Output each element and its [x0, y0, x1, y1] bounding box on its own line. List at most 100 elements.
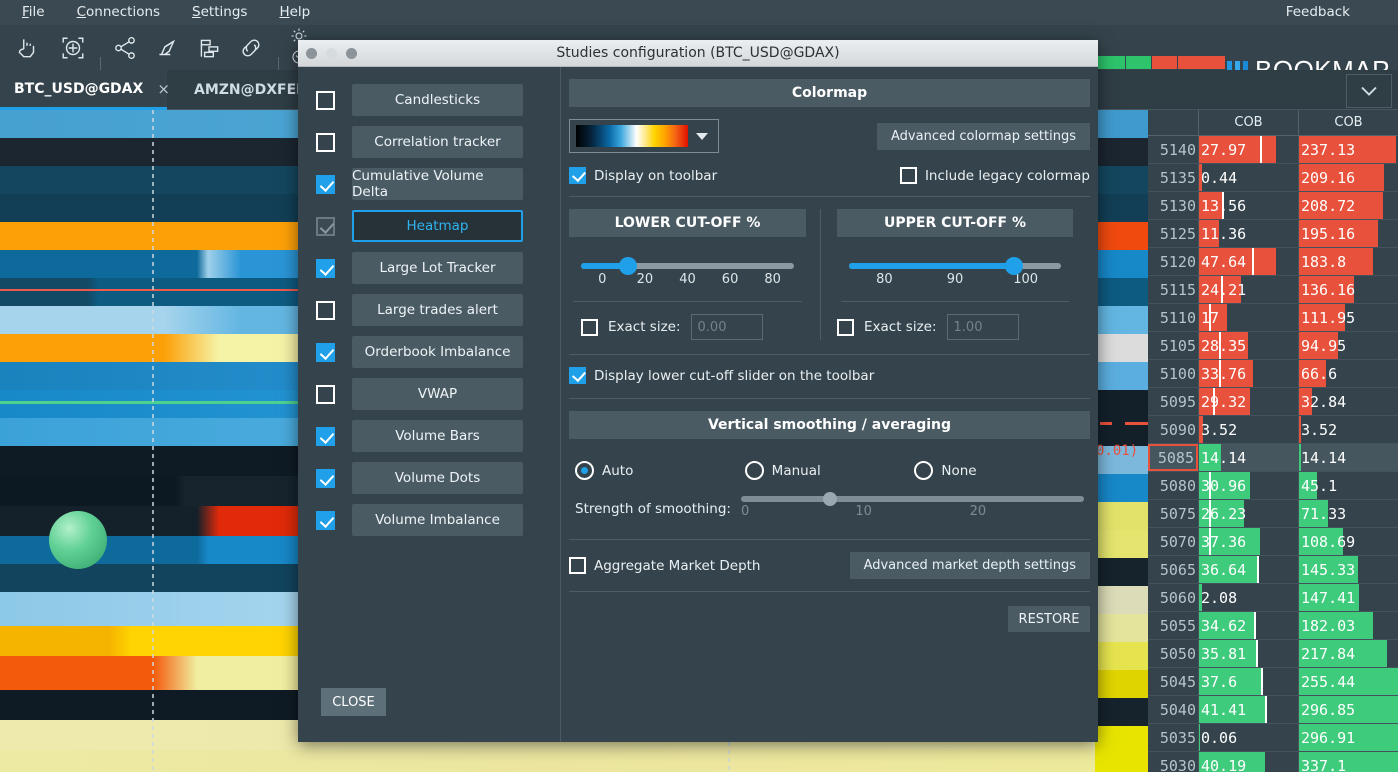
study-row[interactable]: Volume Imbalance — [298, 499, 560, 541]
dialog-titlebar[interactable]: Studies configuration (BTC_USD@GDAX) — [298, 40, 1098, 67]
study-button[interactable]: Volume Bars — [352, 420, 523, 452]
menu-item-file[interactable]: FFileile — [12, 0, 55, 25]
study-checkbox[interactable] — [316, 427, 335, 446]
table-row[interactable]: 510528.3594.95 — [1148, 332, 1398, 360]
table-row[interactable]: 514027.97237.13 — [1148, 136, 1398, 164]
share-icon[interactable] — [110, 33, 140, 63]
table-row[interactable]: 50602.08147.41 — [1148, 584, 1398, 612]
study-button[interactable]: Heatmap — [352, 210, 523, 242]
study-row[interactable]: Correlation tracker — [298, 121, 560, 163]
upper-exact-size-checkbox[interactable] — [837, 319, 854, 336]
study-row[interactable]: Large trades alert — [298, 289, 560, 331]
study-button[interactable]: VWAP — [352, 378, 523, 410]
close-button[interactable]: CLOSE — [321, 688, 386, 716]
table-row[interactable]: 504537.6255.44 — [1148, 668, 1398, 696]
study-row[interactable]: VWAP — [298, 373, 560, 415]
study-button[interactable]: Volume Dots — [352, 462, 523, 494]
table-row[interactable]: 513013.56208.72 — [1148, 192, 1398, 220]
link-icon[interactable] — [236, 33, 266, 63]
table-row[interactable]: 503040.19337.1 — [1148, 752, 1398, 772]
smoothing-radio[interactable] — [575, 461, 594, 480]
smoothing-option[interactable]: Manual — [745, 461, 915, 480]
table-row[interactable]: 512511.36195.16 — [1148, 220, 1398, 248]
display-on-toolbar-checkbox[interactable] — [569, 167, 586, 184]
table-row[interactable]: 50350.06296.91 — [1148, 724, 1398, 752]
table-row[interactable]: 509529.3232.84 — [1148, 388, 1398, 416]
close-icon[interactable]: × — [157, 80, 170, 98]
upper-cutoff-slider[interactable] — [849, 263, 1061, 269]
restore-button[interactable]: RESTORE — [1008, 606, 1090, 632]
aggregate-market-depth-row[interactable]: Aggregate Market Depth — [569, 557, 760, 574]
table-row[interactable]: 504041.41296.85 — [1148, 696, 1398, 724]
chevron-down-icon[interactable] — [696, 133, 708, 140]
table-row[interactable]: 507526.2371.33 — [1148, 500, 1398, 528]
study-checkbox[interactable] — [316, 217, 335, 236]
table-row[interactable]: 511524.21136.16 — [1148, 276, 1398, 304]
study-button[interactable]: Cumulative Volume Delta — [352, 168, 523, 200]
display-on-toolbar-row[interactable]: Display on toolbar — [569, 167, 717, 184]
minimize-window-icon[interactable] — [326, 48, 337, 59]
upper-exact-size-input[interactable]: 1.00 — [947, 314, 1019, 340]
crosshair-icon[interactable] — [58, 33, 88, 63]
lower-exact-size-input[interactable]: 0.00 — [691, 314, 763, 340]
feedback-link[interactable]: Feedback — [1286, 0, 1350, 25]
lower-cutoff-toolbar-checkbox[interactable] — [569, 367, 586, 384]
smoothing-radio[interactable] — [745, 461, 764, 480]
study-checkbox[interactable] — [316, 175, 335, 194]
table-row[interactable]: 512047.64183.8 — [1148, 248, 1398, 276]
colormap-select[interactable] — [569, 119, 719, 153]
study-checkbox[interactable] — [316, 343, 335, 362]
layers-icon[interactable] — [194, 33, 224, 63]
studies-configuration-dialog[interactable]: Studies configuration (BTC_USD@GDAX) Can… — [298, 40, 1098, 742]
study-button[interactable]: Large trades alert — [352, 294, 523, 326]
smoothing-radio[interactable] — [914, 461, 933, 480]
table-row[interactable]: 506536.64145.33 — [1148, 556, 1398, 584]
include-legacy-colormap-checkbox[interactable] — [900, 167, 917, 184]
study-row[interactable]: Candlesticks — [298, 79, 560, 121]
window-controls[interactable] — [306, 48, 357, 59]
table-row[interactable]: 505534.62182.03 — [1148, 612, 1398, 640]
study-row[interactable]: Large Lot Tracker — [298, 247, 560, 289]
study-button[interactable]: Large Lot Tracker — [352, 252, 523, 284]
lower-cutoff-slider[interactable] — [581, 263, 794, 269]
advanced-market-depth-settings-button[interactable]: Advanced market depth settings — [850, 552, 1090, 579]
tab-btc-usd-gdax[interactable]: BTC_USD@GDAX × — [0, 70, 167, 110]
study-row[interactable]: Orderbook Imbalance — [298, 331, 560, 373]
menu-item-settings[interactable]: Settings — [182, 0, 257, 25]
study-button[interactable]: Correlation tracker — [352, 126, 523, 158]
maximize-window-icon[interactable] — [346, 48, 357, 59]
table-row[interactable]: 508030.9645.1 — [1148, 472, 1398, 500]
study-checkbox[interactable] — [316, 133, 335, 152]
table-row[interactable]: 50903.523.52 — [1148, 416, 1398, 444]
study-row[interactable]: Cumulative Volume Delta — [298, 163, 560, 205]
upper-exact-size-row[interactable]: Exact size: 1.00 — [837, 314, 1073, 340]
chevron-down-icon[interactable] — [1346, 74, 1392, 108]
smoothing-option[interactable]: None — [914, 461, 1084, 480]
study-button[interactable]: Orderbook Imbalance — [352, 336, 523, 368]
advanced-colormap-settings-button[interactable]: Advanced colormap settings — [877, 123, 1090, 150]
menu-item-connections[interactable]: Connections — [67, 0, 170, 25]
hand-icon[interactable] — [12, 33, 42, 63]
study-checkbox[interactable] — [316, 385, 335, 404]
study-row[interactable]: Volume Dots — [298, 457, 560, 499]
study-checkbox[interactable] — [316, 301, 335, 320]
study-row[interactable]: Volume Bars — [298, 415, 560, 457]
table-row[interactable]: 510033.7666.6 — [1148, 360, 1398, 388]
lower-cutoff-toolbar-row[interactable]: Display lower cut-off slider on the tool… — [569, 367, 1090, 384]
study-button[interactable]: Candlesticks — [352, 84, 523, 116]
menu-item-help[interactable]: Help — [269, 0, 320, 25]
table-row[interactable]: 507037.36108.69 — [1148, 528, 1398, 556]
strength-of-smoothing-slider[interactable] — [741, 496, 1084, 502]
study-checkbox[interactable] — [316, 91, 335, 110]
study-checkbox[interactable] — [316, 469, 335, 488]
table-row[interactable]: 508514.1414.14 — [1148, 444, 1398, 472]
study-button[interactable]: Volume Imbalance — [352, 504, 523, 536]
table-row[interactable]: 51350.44209.16 — [1148, 164, 1398, 192]
include-legacy-colormap-row[interactable]: Include legacy colormap — [900, 167, 1090, 184]
aggregate-market-depth-checkbox[interactable] — [569, 557, 586, 574]
price-ladder[interactable]: COB COB 514027.97237.1351350.44209.16513… — [1148, 110, 1398, 772]
study-checkbox[interactable] — [316, 259, 335, 278]
lower-exact-size-checkbox[interactable] — [581, 319, 598, 336]
study-row[interactable]: Heatmap — [298, 205, 560, 247]
table-row[interactable]: 511017111.95 — [1148, 304, 1398, 332]
